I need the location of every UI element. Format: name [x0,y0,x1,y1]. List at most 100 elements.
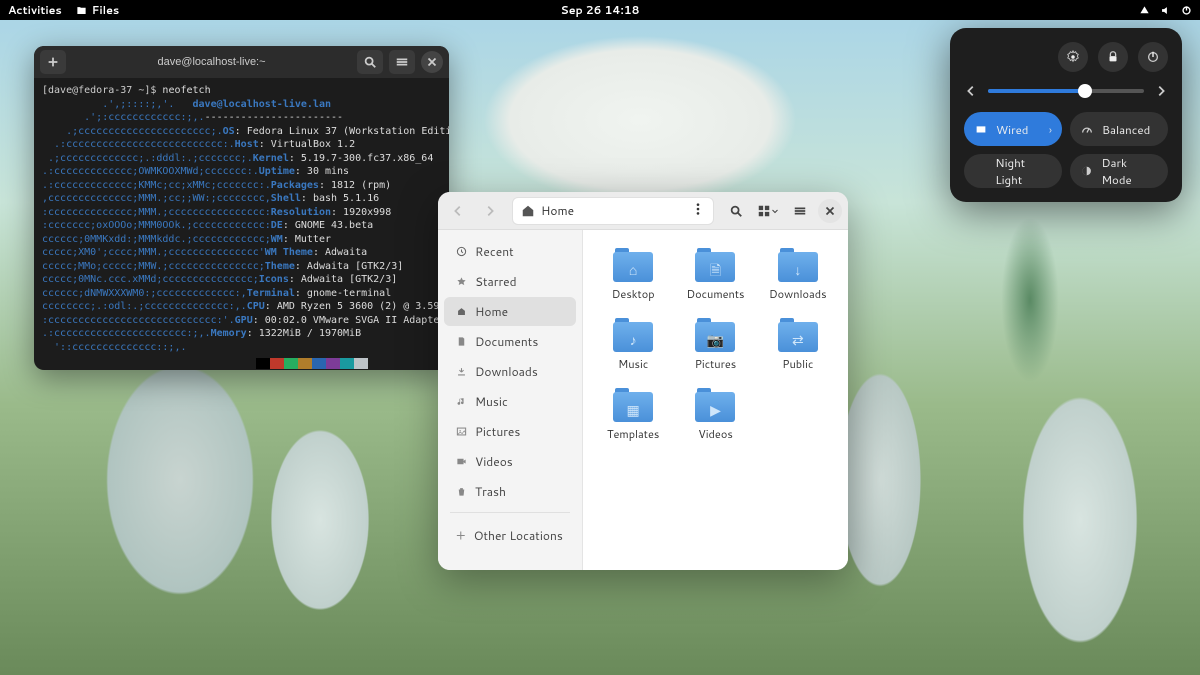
power-button[interactable] [1138,42,1168,72]
top-bar: Activities Files Sep 26 14:18 [0,0,1200,20]
brightness-slider[interactable] [988,89,1144,93]
current-app-indicator[interactable]: Files [76,2,119,18]
video-icon [456,456,467,467]
hamburger-button[interactable] [389,50,415,74]
sidebar-item-starred[interactable]: Starred [444,267,576,296]
folder-downloads[interactable]: ↓ Downloads [762,248,834,302]
folder-label: Videos [698,426,733,442]
view-grid-button[interactable] [754,197,782,225]
settings-button[interactable] [1058,42,1088,72]
chevron-left-icon [451,204,465,218]
clock-icon [456,246,467,257]
sidebar-item-videos[interactable]: Videos [444,447,576,476]
search-icon [729,204,743,218]
plus-icon: + [456,525,466,545]
sidebar-item-music[interactable]: Music [444,387,576,416]
lock-button[interactable] [1098,42,1128,72]
folder-music[interactable]: ♪Music [597,318,669,372]
search-button[interactable] [357,50,383,74]
pic-icon [456,426,467,437]
hamburger-icon [395,55,409,69]
terminal-headerbar[interactable]: dave@localhost-live:~ [34,46,449,78]
files-sidebar: Recent Starred Home Documents Downloads Music… [438,230,583,570]
path-bar[interactable]: Home [512,197,714,225]
hamburger-icon [793,204,807,218]
gear-icon [1066,50,1080,64]
activities-button[interactable]: Activities [8,2,62,18]
brightness-high-icon[interactable] [1154,84,1168,98]
terminal-content[interactable]: [dave@fedora-37 ~]$ neofetch .',;::::;,'… [34,78,449,370]
chevron-right-icon [483,204,497,218]
back-button[interactable] [444,197,472,225]
sidebar-item-label: Music [475,393,508,410]
folder-icon: ▦ [613,388,653,422]
files-app-icon [76,5,87,16]
path-menu-button[interactable] [691,202,705,220]
night-label: Night Light [995,154,1052,188]
folder-templates[interactable]: ▦ Templates [597,388,669,442]
terminal-title: dave@localhost-live:~ [72,56,351,68]
trash-icon [456,486,467,497]
terminal-window: dave@localhost-live:~ [dave@fedora-37 ~]… [34,46,449,370]
night-light-toggle[interactable]: Night Light [964,154,1062,188]
home-icon [456,306,467,317]
sidebar-separator [450,512,570,513]
sidebar-item-recent[interactable]: Recent [444,237,576,266]
path-label: Home [541,202,574,219]
sidebar-item-label: Home [475,303,508,320]
sidebar-item-label: Pictures [475,423,520,440]
dark-mode-toggle[interactable]: Dark Mode [1070,154,1168,188]
search-icon [363,55,377,69]
folder-label: Documents [686,286,744,302]
folder-videos[interactable]: ▶ Videos [679,388,751,442]
new-tab-button[interactable] [40,50,66,74]
sidebar-item-label: Documents [475,333,538,350]
sidebar-item-documents[interactable]: Documents [444,327,576,356]
kebab-icon [691,202,705,216]
sidebar-item-label: Recent [475,243,514,260]
sidebar-item-label: Starred [475,273,517,290]
volume-tray-icon[interactable] [1160,5,1171,16]
folder-public[interactable]: ⇄Public [762,318,834,372]
night-icon [974,164,987,178]
network-tray-icon[interactable] [1139,5,1150,16]
close-button[interactable] [818,199,842,223]
chevron-down-icon [771,204,779,218]
folder-label: Pictures [695,356,737,372]
sidebar-other-locations[interactable]: +Other Locations [444,519,576,551]
color-palette [256,358,441,369]
files-icon-grid[interactable]: ⌂Desktop🗎Documents ↓ Downloads ♪Music📷Pictu… [583,230,848,570]
quick-settings-panel: Wired › Balanced Night Light Dark Mode [950,28,1182,202]
folder-icon: ▶ [695,388,735,422]
slider-fill [988,89,1085,93]
folder-documents[interactable]: 🗎Documents [679,248,751,302]
sidebar-item-downloads[interactable]: Downloads [444,357,576,386]
close-button[interactable] [421,51,443,73]
close-icon [823,204,837,218]
power-mode-toggle[interactable]: Balanced [1070,112,1168,146]
sidebar-item-trash[interactable]: Trash [444,477,576,506]
slider-thumb[interactable] [1078,84,1092,98]
current-app-label: Files [92,2,119,18]
folder-icon: ↓ [778,248,818,282]
sidebar-item-label: Trash [475,483,506,500]
folder-label: Downloads [769,286,827,302]
brightness-low-icon[interactable] [964,84,978,98]
files-headerbar[interactable]: Home [438,192,848,230]
wired-toggle[interactable]: Wired › [964,112,1062,146]
folder-label: Templates [607,426,659,442]
contrast-icon [1080,164,1093,178]
folder-desktop[interactable]: ⌂Desktop [597,248,669,302]
sidebar-item-pictures[interactable]: Pictures [444,417,576,446]
sidebar-item-label: Videos [475,453,513,470]
folder-pictures[interactable]: 📷Pictures [679,318,751,372]
clock[interactable]: Sep 26 14:18 [561,2,640,18]
hamburger-button[interactable] [786,197,814,225]
search-button[interactable] [722,197,750,225]
folder-label: Music [618,356,648,372]
power-tray-icon[interactable] [1181,5,1192,16]
sidebar-item-home[interactable]: Home [444,297,576,326]
ethernet-icon [974,122,988,136]
forward-button[interactable] [476,197,504,225]
music-icon [456,396,467,407]
